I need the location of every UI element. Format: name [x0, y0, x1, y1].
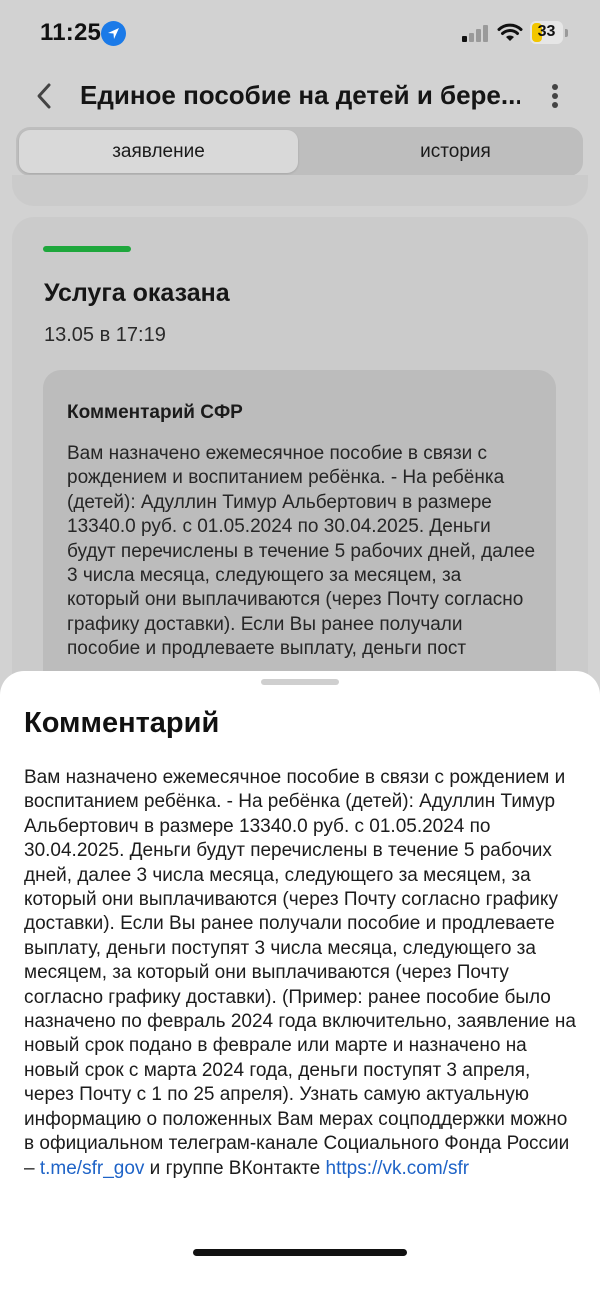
more-vertical-icon[interactable] [546, 81, 566, 111]
sfr-comment-title: Комментарий СФР [67, 402, 243, 423]
status-card: Услуга оказана 13.05 в 17:19 Комментарий… [12, 217, 588, 737]
status-title: Услуга оказана [44, 279, 230, 307]
telegram-link[interactable]: t.me/sfr_gov [40, 1158, 145, 1179]
cellular-signal-icon [462, 24, 490, 42]
tab-switcher: заявление история [16, 127, 583, 176]
battery-icon: 33 [530, 21, 568, 44]
sheet-title: Комментарий [24, 707, 220, 739]
page-title: Единое пособие на детей и бере... [80, 80, 520, 110]
wifi-icon [497, 22, 523, 42]
sheet-comment-text: Вам назначено ежемесячное пособие в связ… [24, 766, 580, 1181]
sheet-drag-handle[interactable] [261, 679, 339, 685]
status-date: 13.05 в 17:19 [44, 324, 166, 346]
tab-history[interactable]: история [316, 130, 595, 173]
status-time: 11:25 [40, 19, 102, 46]
vk-link[interactable]: https://vk.com/sfr [326, 1158, 470, 1179]
back-chevron-icon[interactable] [30, 81, 60, 111]
comment-body: Вам назначено ежемесячное пособие в связ… [24, 767, 576, 1179]
app-header: Единое пособие на детей и бере... [0, 64, 600, 128]
location-arrow-icon [101, 21, 126, 46]
sfr-comment-preview: Вам назначено ежемесячное пособие в связ… [67, 443, 536, 660]
tab-application[interactable]: заявление [19, 130, 298, 173]
home-indicator [193, 1249, 407, 1256]
status-indicator [43, 246, 131, 252]
comment-bottom-sheet: Комментарий Вам назначено ежемесячное по… [0, 671, 600, 1298]
previous-card [12, 175, 588, 206]
battery-percent: 33 [537, 23, 556, 40]
status-bar: 11:25 33 [0, 0, 600, 64]
comment-connector: и группе ВКонтакте [144, 1157, 326, 1179]
